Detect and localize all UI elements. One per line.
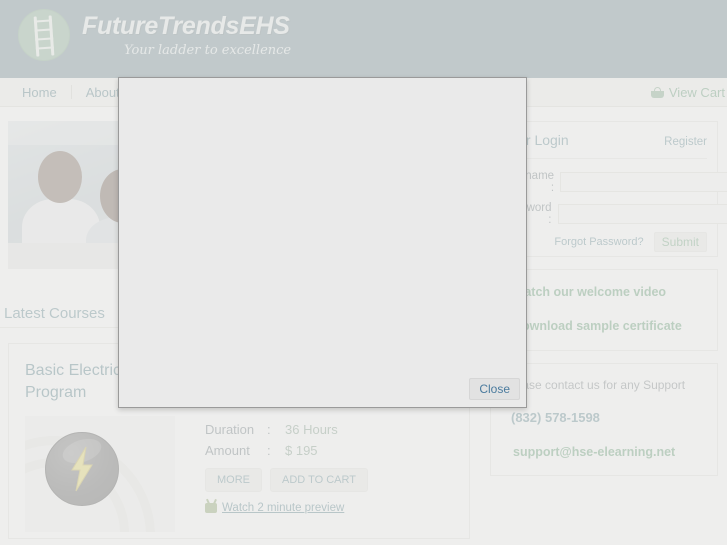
modal-dialog: Close bbox=[118, 77, 527, 408]
page-root: FutureTrendsEHS Your ladder to excellenc… bbox=[0, 0, 727, 545]
modal-footer: Close bbox=[119, 371, 526, 407]
close-button[interactable]: Close bbox=[469, 378, 520, 400]
modal-content bbox=[119, 78, 526, 371]
